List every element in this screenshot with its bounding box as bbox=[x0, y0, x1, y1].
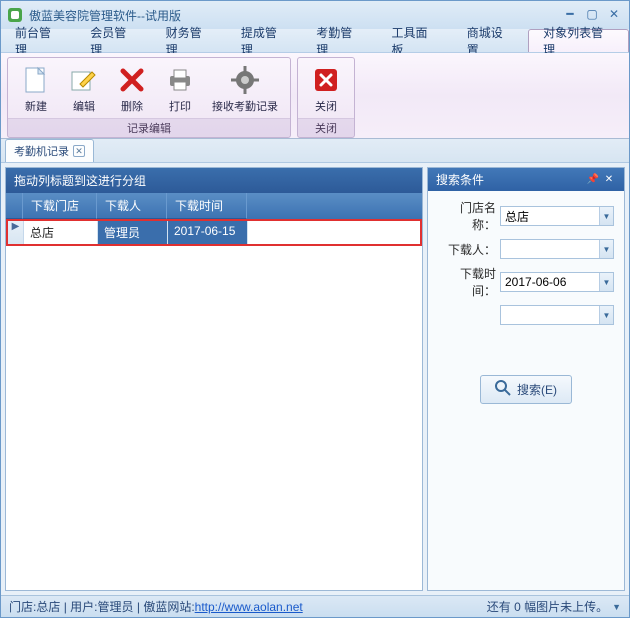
label-time: 下载时间： bbox=[438, 265, 500, 299]
receive-attendance-button[interactable]: 接收考勤记录 bbox=[204, 62, 286, 116]
app-icon bbox=[7, 7, 23, 23]
status-site-label: 傲蓝网站: bbox=[143, 598, 194, 615]
menu-object-list[interactable]: 对象列表管理 bbox=[528, 29, 629, 52]
grid-panel: 拖动列标题到这进行分组 下载门店 下载人 下载时间 ▶ 总店 管理员 2017-… bbox=[5, 167, 423, 591]
delete-button[interactable]: 删除 bbox=[108, 62, 156, 116]
grid-header: 下载门店 下载人 下载时间 bbox=[6, 193, 422, 219]
menu-mall[interactable]: 商城设置 bbox=[453, 29, 528, 52]
app-window: 傲蓝美容院管理软件--试用版 ━ ▢ ✕ 前台管理 会员管理 财务管理 提成管理… bbox=[0, 0, 630, 618]
input-user[interactable] bbox=[500, 239, 614, 259]
statusbar: 门店: 总店 | 用户: 管理员 | 傲蓝网站: http://www.aola… bbox=[1, 595, 629, 617]
row-indicator: ▶ bbox=[8, 221, 24, 244]
tab-strip: 考勤机记录 ✕ bbox=[1, 139, 629, 163]
window-title: 傲蓝美容院管理软件--试用版 bbox=[29, 7, 557, 24]
edit-icon bbox=[68, 64, 100, 96]
menubar: 前台管理 会员管理 财务管理 提成管理 考勤管理 工具面板 商城设置 对象列表管… bbox=[1, 29, 629, 53]
print-button[interactable]: 打印 bbox=[156, 62, 204, 116]
panel-close-button[interactable]: ✕ bbox=[602, 174, 616, 185]
close-icon bbox=[310, 64, 342, 96]
ribbon: 新建 编辑 删除 打印 接收考勤记录 记录编 bbox=[1, 53, 629, 139]
cell-store: 总店 bbox=[24, 221, 98, 244]
tab-label: 考勤机记录 bbox=[14, 143, 69, 159]
row-indicator-header bbox=[6, 193, 23, 219]
search-panel: 搜索条件 📌 ✕ 门店名称： ▼ 下载人： ▼ bbox=[427, 167, 625, 591]
search-panel-title: 搜索条件 bbox=[436, 171, 584, 188]
grid-body: ▶ 总店 管理员 2017-06-15 bbox=[6, 219, 422, 590]
column-header-time[interactable]: 下载时间 bbox=[167, 193, 247, 219]
table-row[interactable]: ▶ 总店 管理员 2017-06-15 bbox=[6, 219, 422, 246]
menu-tools[interactable]: 工具面板 bbox=[377, 29, 452, 52]
status-site-link[interactable]: http://www.aolan.net bbox=[195, 600, 303, 614]
status-right-text: 还有 0 幅图片未上传。 bbox=[487, 598, 608, 615]
tab-close-button[interactable]: ✕ bbox=[73, 145, 85, 157]
content-area: 拖动列标题到这进行分组 下载门店 下载人 下载时间 ▶ 总店 管理员 2017-… bbox=[1, 163, 629, 595]
new-icon bbox=[20, 64, 52, 96]
input-time[interactable] bbox=[500, 272, 614, 292]
close-button[interactable]: 关闭 bbox=[302, 62, 350, 116]
status-user: 管理员 bbox=[98, 598, 134, 615]
panel-pin-button[interactable]: 📌 bbox=[586, 174, 600, 185]
chevron-down-icon[interactable]: ▼ bbox=[612, 602, 621, 612]
menu-front-desk[interactable]: 前台管理 bbox=[1, 29, 76, 52]
status-user-label: 用户: bbox=[70, 598, 97, 615]
close-window-button[interactable]: ✕ bbox=[605, 7, 623, 23]
ribbon-group-close: 关闭 关闭 bbox=[297, 57, 355, 138]
status-store-label: 门店: bbox=[9, 598, 36, 615]
column-header-user[interactable]: 下载人 bbox=[97, 193, 167, 219]
menu-attendance[interactable]: 考勤管理 bbox=[302, 29, 377, 52]
label-store: 门店名称： bbox=[438, 199, 500, 233]
search-button[interactable]: 搜索(E) bbox=[480, 375, 572, 404]
maximize-button[interactable]: ▢ bbox=[583, 7, 601, 23]
delete-icon bbox=[116, 64, 148, 96]
input-extra[interactable] bbox=[500, 305, 614, 325]
ribbon-group-label: 关闭 bbox=[298, 118, 354, 137]
group-hint[interactable]: 拖动列标题到这进行分组 bbox=[6, 168, 422, 193]
tab-attendance-records[interactable]: 考勤机记录 ✕ bbox=[5, 139, 94, 162]
menu-finance[interactable]: 财务管理 bbox=[152, 29, 227, 52]
search-icon bbox=[495, 380, 511, 399]
status-store: 总店 bbox=[36, 598, 60, 615]
ribbon-group-record-edit: 新建 编辑 删除 打印 接收考勤记录 记录编 bbox=[7, 57, 291, 138]
cell-time: 2017-06-15 bbox=[168, 221, 248, 244]
gear-icon bbox=[229, 64, 261, 96]
new-button[interactable]: 新建 bbox=[12, 62, 60, 116]
label-user: 下载人： bbox=[438, 241, 500, 258]
edit-button[interactable]: 编辑 bbox=[60, 62, 108, 116]
cell-user: 管理员 bbox=[98, 221, 168, 244]
minimize-button[interactable]: ━ bbox=[561, 7, 579, 23]
ribbon-group-label: 记录编辑 bbox=[8, 118, 290, 137]
search-body: 门店名称： ▼ 下载人： ▼ 下载时间： bbox=[428, 191, 624, 412]
search-panel-header: 搜索条件 📌 ✕ bbox=[428, 168, 624, 191]
search-button-label: 搜索(E) bbox=[517, 381, 557, 398]
print-icon bbox=[164, 64, 196, 96]
menu-commission[interactable]: 提成管理 bbox=[227, 29, 302, 52]
column-header-store[interactable]: 下载门店 bbox=[23, 193, 97, 219]
input-store[interactable] bbox=[500, 206, 614, 226]
menu-member[interactable]: 会员管理 bbox=[76, 29, 151, 52]
